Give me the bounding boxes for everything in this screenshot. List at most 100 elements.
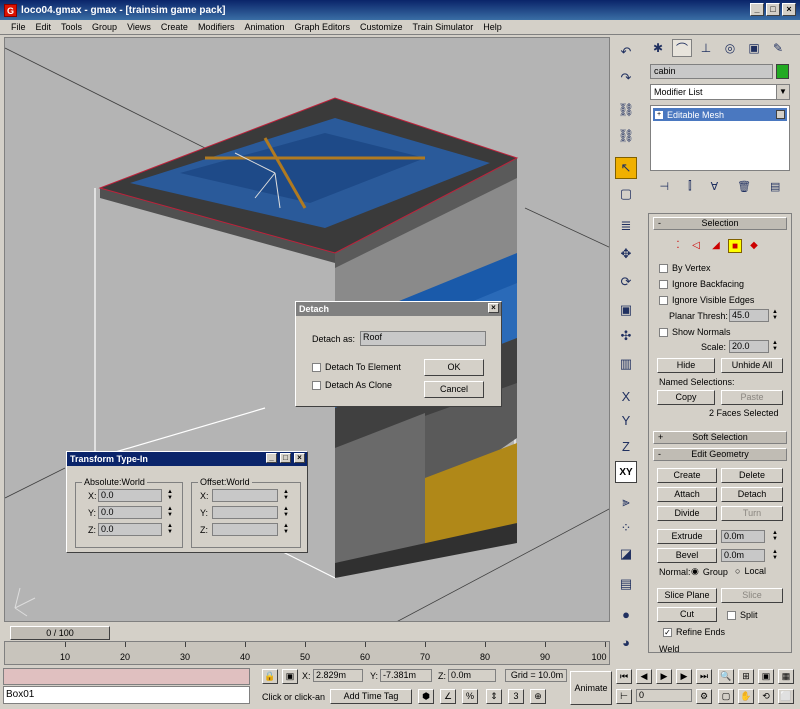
lock-selection-icon[interactable]: 🔒 [262,669,278,684]
array-icon[interactable]: ⁘ [615,517,637,539]
slice-button[interactable]: Slice [721,588,783,603]
cancel-button[interactable]: Cancel [424,381,484,398]
region-zoom-icon[interactable]: ▢ [718,689,734,704]
bevel-button[interactable]: Bevel [657,548,717,563]
ok-button[interactable]: OK [424,359,484,376]
detach-dialog-title-bar[interactable]: Detach × [296,302,501,316]
close-button[interactable]: × [782,3,796,16]
zoom-extents-all-icon[interactable]: ▦ [778,669,794,684]
menu-customize[interactable]: Customize [355,22,408,32]
scale-icon[interactable]: ▣ [615,299,637,321]
menu-tools[interactable]: Tools [56,22,87,32]
off-y-input[interactable] [212,506,278,519]
abs-z-input[interactable]: 0.0 [98,523,162,536]
modifier-list-dropdown[interactable]: Modifier List ▼ [650,84,790,100]
create-button[interactable]: Create [657,468,717,483]
select-object-icon[interactable]: ↖ [615,157,637,179]
utilities-tab-icon[interactable]: ✎ [768,39,788,57]
detach-as-clone-checkbox[interactable]: Detach As Clone [312,380,392,390]
extrude-amount-input[interactable]: 0.0m [721,530,765,543]
percent-snap-icon[interactable]: % [462,689,478,704]
by-vertex-checkbox[interactable]: By Vertex [659,263,711,273]
mirror-icon[interactable]: ⫸ [615,491,637,513]
abs-z-spinner[interactable]: ▲ ▼ [166,523,174,536]
off-z-spinner[interactable]: ▲ ▼ [282,523,290,536]
create-tab-icon[interactable]: ✱ [648,39,668,57]
restrict-x-icon[interactable]: X [615,385,637,407]
edge-subobject-icon[interactable]: ◁ [689,239,703,253]
restrict-xy-button[interactable]: XY [615,461,637,483]
menu-edit[interactable]: Edit [31,22,57,32]
motion-tab-icon[interactable]: ◎ [720,39,740,57]
edit-geometry-rollout-header[interactable]: - Edit Geometry [653,448,787,461]
select-and-link-icon[interactable]: ⛓ [615,99,637,121]
pin-stack-icon[interactable]: ⊣ [659,180,669,193]
redo-icon[interactable]: ↷ [615,67,637,89]
menu-animation[interactable]: Animation [239,22,289,32]
restrict-z-icon[interactable]: Z [615,435,637,457]
detach-dialog-close-button[interactable]: × [488,303,499,313]
undo-icon[interactable]: ↶ [615,41,637,63]
extrude-spinner[interactable]: ▲ ▼ [771,530,779,543]
z-coordinate-field[interactable]: 0.0m [448,669,496,682]
next-frame-icon[interactable]: ▶ [676,669,692,684]
absolute-mode-icon[interactable]: ▣ [282,669,298,684]
detach-to-element-checkbox[interactable]: Detach To Element [312,362,401,372]
time-configuration-icon[interactable]: ⚙ [696,689,712,704]
normal-group-radio[interactable]: ◉ Group [691,566,728,577]
ignore-visible-edges-checkbox[interactable]: Ignore Visible Edges [659,295,754,305]
split-checkbox[interactable]: Split [727,610,758,620]
hierarchy-tab-icon[interactable]: ⊥ [696,39,716,57]
transform-close-button[interactable]: × [294,453,305,463]
go-to-end-icon[interactable]: ⏭ [696,669,712,684]
track-bar[interactable]: 10 20 30 40 50 60 70 80 90 100 [4,641,610,665]
menu-help[interactable]: Help [478,22,507,32]
menu-train-simulator[interactable]: Train Simulator [408,22,479,32]
snap-toggle-icon[interactable]: ⊕ [530,689,546,704]
attach-button[interactable]: Attach [657,487,717,502]
normals-scale-input[interactable]: 20.0 [729,340,769,353]
transform-minimize-button[interactable]: _ [266,453,277,463]
menu-create[interactable]: Create [156,22,193,32]
detach-button[interactable]: Detach [721,487,783,502]
modify-tab-icon[interactable]: ⌒ [672,39,692,57]
turn-button[interactable]: Turn [721,506,783,521]
remove-modifier-icon[interactable]: 🗑 [737,180,751,193]
minimize-button[interactable]: _ [750,3,764,16]
display-tab-icon[interactable]: ▣ [744,39,764,57]
add-time-tag-button[interactable]: Add Time Tag [330,689,412,704]
key-mode-icon[interactable]: ⊢ [616,689,632,704]
scale-spinner[interactable]: ▲ ▼ [771,340,779,353]
menu-group[interactable]: Group [87,22,122,32]
detach-as-input[interactable]: Roof [360,331,486,346]
transform-dialog-title-bar[interactable]: Transform Type-In _ □ × [67,452,307,466]
snap-3d-icon[interactable]: 3 [508,689,524,704]
polygon-subobject-icon[interactable]: ■ [728,239,742,253]
arc-rotate-icon[interactable]: ⟲ [758,689,774,704]
maxscript-input[interactable]: Box01 [3,686,250,704]
menu-graph-editors[interactable]: Graph Editors [289,22,355,32]
render-icon[interactable]: ◕ [615,631,637,653]
time-slider[interactable]: 0 / 100 [10,626,110,640]
named-selection-icon[interactable]: ▤ [615,573,637,595]
select-by-name-icon[interactable]: ≣ [615,215,637,237]
planar-thresh-spinner[interactable]: ▲ ▼ [771,309,779,322]
object-name-field[interactable]: cabin [650,64,773,79]
show-normals-checkbox[interactable]: Show Normals [659,327,731,337]
chevron-down-icon[interactable]: ▼ [776,85,789,99]
hide-button[interactable]: Hide [657,358,715,373]
vertex-subobject-icon[interactable]: ⁚ [671,239,685,253]
unhide-all-button[interactable]: Unhide All [721,358,783,373]
menu-file[interactable]: File [6,22,31,32]
transform-maximize-button[interactable]: □ [280,453,291,463]
planar-thresh-input[interactable]: 45.0 [729,309,769,322]
bevel-amount-input[interactable]: 0.0m [721,549,765,562]
material-editor-icon[interactable]: ● [615,603,637,625]
copy-button[interactable]: Copy [657,390,715,405]
off-y-spinner[interactable]: ▲ ▼ [282,506,290,519]
y-coordinate-field[interactable]: -7.381m [380,669,432,682]
previous-frame-icon[interactable]: ◀ [636,669,652,684]
x-coordinate-field[interactable]: 2.829m [313,669,363,682]
sub-object-lamp-icon[interactable] [776,110,785,119]
zoom-icon[interactable]: 🔍 [718,669,734,684]
